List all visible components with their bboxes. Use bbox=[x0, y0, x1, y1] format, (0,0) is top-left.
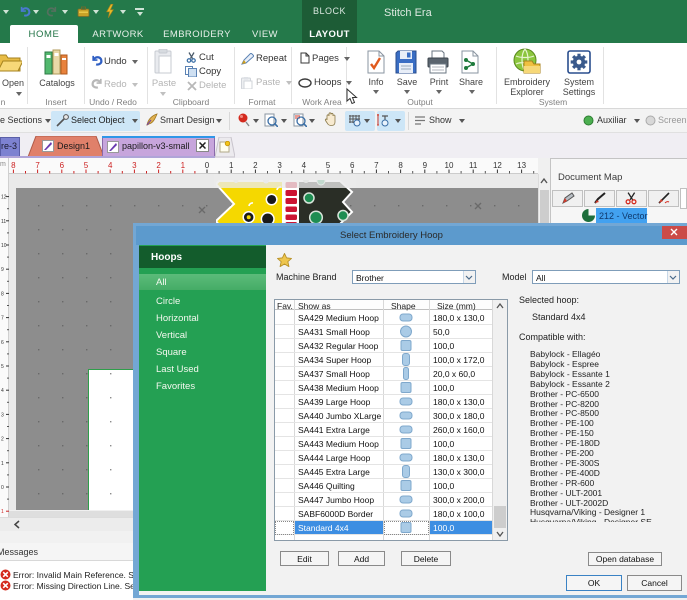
svg-text:12: 12 bbox=[1, 195, 7, 201]
svg-text:8: 8 bbox=[11, 161, 16, 170]
svg-text:3: 3 bbox=[1, 412, 4, 418]
svg-text:3: 3 bbox=[132, 161, 137, 170]
svg-text:7: 7 bbox=[374, 161, 379, 170]
svg-text:2: 2 bbox=[156, 161, 161, 170]
svg-text:8: 8 bbox=[398, 161, 403, 170]
svg-text:0: 0 bbox=[205, 161, 210, 170]
svg-text:8: 8 bbox=[1, 291, 4, 297]
svg-text:10: 10 bbox=[1, 243, 7, 249]
svg-text:7: 7 bbox=[1, 316, 4, 322]
svg-text:2: 2 bbox=[1, 437, 4, 443]
svg-text:1: 1 bbox=[181, 161, 186, 170]
svg-text:11: 11 bbox=[1, 219, 6, 225]
svg-text:5: 5 bbox=[84, 161, 89, 170]
svg-text:1: 1 bbox=[1, 461, 4, 467]
svg-text:6: 6 bbox=[1, 340, 4, 346]
svg-text:0: 0 bbox=[1, 485, 4, 491]
svg-text:5: 5 bbox=[1, 364, 4, 370]
svg-text:9: 9 bbox=[1, 267, 4, 273]
svg-text:13: 13 bbox=[517, 161, 526, 170]
svg-text:4: 4 bbox=[108, 161, 113, 170]
svg-text:9: 9 bbox=[423, 161, 428, 170]
svg-text:4: 4 bbox=[1, 388, 4, 394]
svg-text:1: 1 bbox=[1, 509, 4, 515]
svg-text:4: 4 bbox=[302, 161, 307, 170]
svg-text:11: 11 bbox=[469, 161, 478, 170]
svg-text:6: 6 bbox=[60, 161, 65, 170]
svg-text:3: 3 bbox=[277, 161, 282, 170]
svg-text:2: 2 bbox=[253, 161, 258, 170]
svg-text:6: 6 bbox=[350, 161, 355, 170]
svg-text:12: 12 bbox=[493, 161, 502, 170]
svg-text:10: 10 bbox=[445, 161, 454, 170]
svg-text:7: 7 bbox=[35, 161, 40, 170]
svg-text:1: 1 bbox=[229, 161, 234, 170]
svg-text:5: 5 bbox=[326, 161, 331, 170]
